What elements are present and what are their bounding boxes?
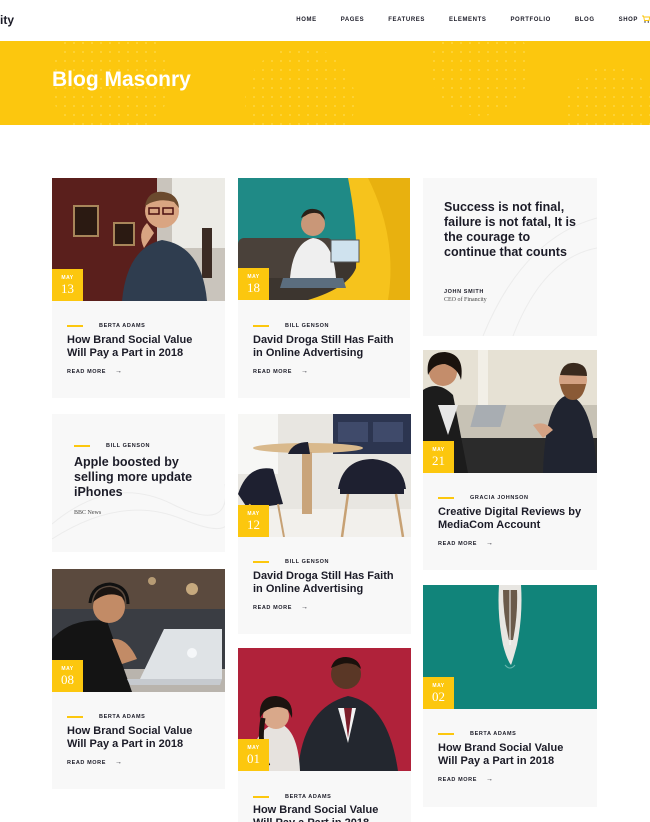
arrow-right-icon: → [486,776,494,783]
nav-features[interactable]: FEATURES [388,17,425,23]
blog-link-card[interactable]: BILL GENSON Apple boosted by selling mor… [52,414,225,552]
blog-card[interactable]: MAY 08 BERTA ADAMS How Brand Social Valu… [52,569,225,789]
post-title[interactable]: How Brand Social Value Will Pay a Part i… [67,334,212,360]
blog-card[interactable]: MAY 18 BILL GENSON David Droga Still Has… [238,178,410,398]
post-author: BERTA ADAMS [67,714,145,720]
site-logo[interactable]: ity [0,13,14,27]
link-post-title[interactable]: Apple boosted by selling more update iPh… [74,455,214,500]
author-name[interactable]: GRACIA JOHNSON [470,495,529,501]
read-more-label: READ MORE [438,776,478,783]
author-name[interactable]: BERTA ADAMS [285,794,331,800]
author-name[interactable]: BERTA ADAMS [470,731,516,737]
author-name[interactable]: BILL GENSON [285,323,329,329]
page-hero-banner: Blog Masonry [0,41,650,125]
page-title: Blog Masonry [52,68,191,91]
post-author: BERTA ADAMS [253,794,331,800]
author-name[interactable]: BILL GENSON [285,559,329,565]
post-date-badge: MAY 21 [423,441,454,473]
nav-portfolio[interactable]: PORTFOLIO [510,17,550,23]
blog-card[interactable]: MAY 13 BERTA ADAMS How Brand Social Valu… [52,178,225,398]
blog-card[interactable]: MAY 01 BERTA ADAMS How Brand Social Valu… [238,648,411,822]
post-title[interactable]: How Brand Social Value Will Pay a Part i… [67,725,212,751]
read-more-link[interactable]: READ MORE → [67,759,123,766]
arrow-right-icon: → [301,368,309,375]
quote-author-name: JOHN SMITH [444,289,484,295]
read-more-link[interactable]: READ MORE → [253,604,309,611]
accent-line [67,716,83,718]
read-more-label: READ MORE [67,759,107,766]
top-navbar: ity HOME PAGES FEATURES ELEMENTS PORTFOL… [0,0,650,41]
post-title[interactable]: David Droga Still Has Faith in Online Ad… [253,570,405,596]
date-day: 08 [61,672,74,687]
post-author: BERTA ADAMS [438,731,516,737]
blog-card[interactable]: MAY 12 BILL GENSON David Droga Still Has… [238,414,411,634]
date-day: 02 [432,689,445,704]
arrow-right-icon: → [486,540,494,547]
arrow-right-icon: → [301,604,309,611]
quote-author-role: CEO of Financity [444,297,487,303]
post-author: BERTA ADAMS [67,323,145,329]
post-author: BILL GENSON [253,559,329,565]
accent-line [67,325,83,327]
read-more-label: READ MORE [438,540,478,547]
read-more-link[interactable]: READ MORE → [67,368,123,375]
date-day: 18 [247,280,260,295]
author-name[interactable]: BILL GENSON [106,443,150,449]
post-date-badge: MAY 01 [238,739,269,771]
read-more-label: READ MORE [253,604,293,611]
accent-line [438,497,454,499]
accent-line [438,733,454,735]
post-title[interactable]: How Brand Social Value Will Pay a Part i… [438,742,583,768]
date-day: 21 [432,453,445,468]
blog-card[interactable]: MAY 21 GRACIA JOHNSON Creative Digital R… [423,350,597,570]
read-more-link[interactable]: READ MORE → [438,540,494,547]
link-source[interactable]: BBC News [74,510,101,516]
quote-card[interactable]: Success is not final, failure is not fat… [423,178,597,336]
read-more-link[interactable]: READ MORE → [253,368,309,375]
post-title[interactable]: Creative Digital Reviews by MediaCom Acc… [438,506,588,532]
author-name[interactable]: BERTA ADAMS [99,323,145,329]
post-date-badge: MAY 18 [238,268,269,300]
main-menu: HOME PAGES FEATURES ELEMENTS PORTFOLIO B… [272,17,638,23]
post-date-badge: MAY 12 [238,505,269,537]
read-more-link[interactable]: READ MORE → [438,776,494,783]
read-more-label: READ MORE [67,368,107,375]
date-day: 01 [247,751,260,766]
post-author: BILL GENSON [74,443,150,449]
nav-shop[interactable]: SHOP [619,17,638,23]
nav-pages[interactable]: PAGES [341,17,365,23]
nav-blog[interactable]: BLOG [575,17,595,23]
date-day: 13 [61,281,74,296]
blog-card[interactable]: MAY 02 BERTA ADAMS How Brand Social Valu… [423,585,597,807]
post-date-badge: MAY 02 [423,677,454,709]
date-day: 12 [247,517,260,532]
post-date-badge: MAY 08 [52,660,83,692]
post-author: BILL GENSON [253,323,329,329]
nav-elements[interactable]: ELEMENTS [449,17,486,23]
nav-home[interactable]: HOME [296,17,316,23]
quote-text: Success is not final, failure is not fat… [444,200,576,259]
arrow-right-icon: → [115,368,123,375]
cart-icon[interactable] [642,15,650,23]
author-name[interactable]: BERTA ADAMS [99,714,145,720]
post-title[interactable]: How Brand Social Value Will Pay a Part i… [253,804,398,822]
arrow-right-icon: → [115,759,123,766]
read-more-label: READ MORE [253,368,293,375]
accent-line [74,445,90,447]
post-title[interactable]: David Droga Still Has Faith in Online Ad… [253,334,403,360]
post-date-badge: MAY 13 [52,269,83,301]
post-author: GRACIA JOHNSON [438,495,529,501]
accent-line [253,561,269,563]
accent-line [253,796,269,798]
accent-line [253,325,269,327]
